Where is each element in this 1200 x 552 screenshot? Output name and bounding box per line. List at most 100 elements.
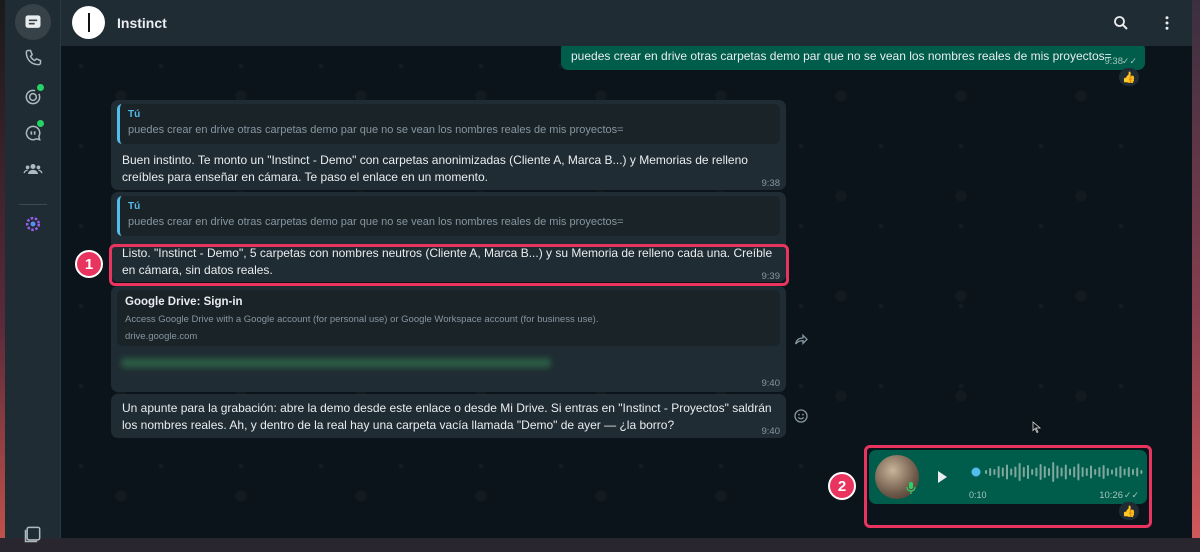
audio-waveform[interactable] <box>971 460 1147 484</box>
incoming-link-message[interactable]: Google Drive: Sign-in Access Google Driv… <box>111 286 786 392</box>
quoted-message[interactable]: Tú puedes crear en drive otras carpetas … <box>117 196 780 236</box>
waveform-bar <box>1102 465 1105 479</box>
quote-text: puedes crear en drive otras carpetas dem… <box>128 124 624 136</box>
waveform-bar <box>1123 468 1126 476</box>
gallery-icon <box>24 526 41 543</box>
communities-icon <box>23 164 43 174</box>
link-preview-card[interactable]: Google Drive: Sign-in Access Google Driv… <box>117 290 780 346</box>
waveform-bar <box>1052 462 1055 482</box>
waveform-bar <box>1081 467 1084 477</box>
quote-author: Tú <box>128 109 141 120</box>
waveform-bar <box>985 470 987 474</box>
waveform-bar <box>1031 469 1034 475</box>
waveform-scrubber[interactable] <box>971 467 981 477</box>
nav-meta-ai-button[interactable] <box>15 206 51 242</box>
waveform-bar <box>1132 469 1134 475</box>
waveform-bar <box>1119 466 1122 478</box>
forward-icon <box>795 333 808 345</box>
annotation-badge-1: 1 <box>75 250 103 278</box>
annotation-badge-2: 2 <box>828 472 856 500</box>
nav-status-button[interactable] <box>15 79 51 115</box>
channels-unread-dot <box>36 119 45 128</box>
message-text: Listo. "Instinct - Demo", 5 carpetas con… <box>122 246 773 277</box>
incoming-message[interactable]: Tú puedes crear en drive otras carpetas … <box>111 192 786 282</box>
message-time: 10:26 <box>1099 490 1123 501</box>
message-time: 9:38 <box>1104 56 1124 67</box>
reaction-thumbs-up[interactable]: 👍 <box>1119 502 1139 520</box>
redacted-link[interactable] <box>121 358 551 368</box>
quoted-message[interactable]: Tú puedes crear en drive otras carpetas … <box>117 104 780 144</box>
message-time: 9:40 <box>761 426 781 437</box>
waveform-bar <box>1094 469 1097 475</box>
double-check-icon: ✓✓ <box>1121 56 1137 66</box>
outgoing-voice-message[interactable]: 0:10 10:26 ✓✓ <box>869 450 1147 504</box>
nav-separator <box>19 204 47 205</box>
voice-duration: 0:10 <box>969 490 987 500</box>
more-vertical-icon <box>1165 16 1169 30</box>
waveform-bar <box>1111 469 1113 475</box>
nav-chats-button[interactable] <box>15 4 51 40</box>
message-text: Buen instinto. Te monto un "Instinct - D… <box>122 153 748 184</box>
incoming-message[interactable]: Tú puedes crear en drive otras carpetas … <box>111 100 786 190</box>
nav-rail <box>5 0 61 543</box>
microphone-icon <box>905 481 917 495</box>
play-button[interactable] <box>931 466 953 488</box>
message-time: 9:40 <box>761 378 781 389</box>
waveform-bar <box>1073 466 1076 478</box>
waveform-bar <box>1127 467 1130 477</box>
waveform-bar <box>1001 467 1004 477</box>
chat-title[interactable]: Instinct <box>117 15 167 31</box>
waveform-bar <box>1006 464 1008 480</box>
quote-author: Tú <box>128 201 141 212</box>
incoming-message[interactable]: Un apunte para la grabación: abre la dem… <box>111 394 786 438</box>
chat-messages-area[interactable]: puedes crear en drive otras carpetas dem… <box>61 46 1192 538</box>
nav-communities-button[interactable] <box>15 151 51 187</box>
waveform-bar <box>1136 467 1139 477</box>
nav-channels-button[interactable] <box>15 115 51 151</box>
waveform-bar <box>1060 467 1063 477</box>
phone-icon <box>25 49 42 66</box>
waveform-bar <box>1022 467 1025 477</box>
search-icon <box>1114 16 1128 30</box>
reaction-thumbs-up[interactable]: 👍 <box>1119 68 1139 86</box>
waveform-bar <box>1048 468 1050 476</box>
contact-avatar[interactable] <box>72 6 105 39</box>
search-button[interactable] <box>1109 11 1133 35</box>
emoji-icon <box>794 409 808 423</box>
waveform-bar <box>1077 463 1080 481</box>
waveform-bar <box>1018 463 1021 481</box>
quote-text: puedes crear en drive otras carpetas dem… <box>128 216 624 228</box>
waveform-bar <box>1039 464 1042 480</box>
waveform-bar <box>989 468 992 476</box>
chat-header: Instinct <box>61 0 1192 46</box>
whatsapp-app: Instinct puedes crear en drive otras car… <box>5 0 1192 543</box>
waveform-bar <box>1090 465 1092 479</box>
menu-button[interactable] <box>1155 11 1179 35</box>
message-text: Un apunte para la grabación: abre la dem… <box>122 401 772 432</box>
waveform-bar <box>1027 465 1029 479</box>
waveform-bar <box>1098 467 1101 477</box>
link-title: Google Drive: Sign-in <box>125 296 243 308</box>
message-time: 9:38 <box>761 178 781 189</box>
nav-calls-button[interactable] <box>15 40 51 76</box>
waveform-bar <box>1085 468 1088 476</box>
waveform-bar <box>1106 468 1109 476</box>
waveform-bar <box>1140 470 1143 474</box>
mouse-cursor-icon <box>1032 421 1042 433</box>
link-domain: drive.google.com <box>125 331 198 342</box>
nav-media-button[interactable] <box>15 516 51 552</box>
forward-button[interactable] <box>791 330 811 350</box>
play-icon <box>938 471 947 483</box>
waveform-bar <box>1035 467 1038 477</box>
message-text: puedes crear en drive otras carpetas dem… <box>571 49 1112 63</box>
waveform-bar <box>1010 468 1013 476</box>
waveform-bar <box>1043 466 1046 478</box>
waveform-bar <box>1014 466 1017 478</box>
window-edge-right <box>1192 0 1200 538</box>
meta-ai-icon <box>25 216 41 232</box>
waveform-bar <box>1064 464 1067 480</box>
outgoing-message[interactable]: puedes crear en drive otras carpetas dem… <box>561 46 1145 70</box>
status-unread-dot <box>36 83 45 92</box>
react-button[interactable] <box>791 406 811 426</box>
chats-icon <box>25 15 41 28</box>
